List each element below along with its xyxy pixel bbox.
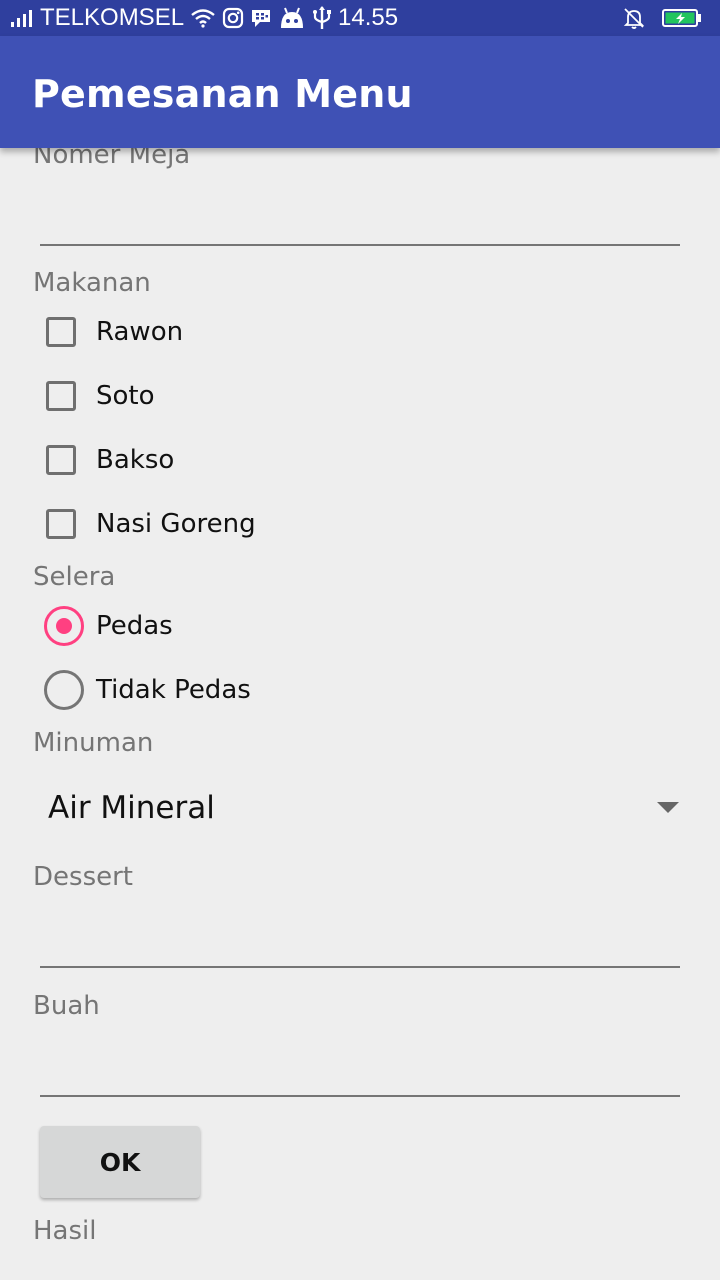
taste-option-pedas[interactable]: Pedas bbox=[44, 606, 173, 646]
instagram-icon bbox=[222, 7, 244, 29]
order-form[interactable]: Nomer Meja Makanan Rawon Soto Bakso Nasi… bbox=[0, 148, 720, 1280]
status-bar-left: TELKOMSEL 14.55 bbox=[10, 4, 399, 31]
status-bar-right bbox=[622, 5, 708, 31]
food-option-label: Rawon bbox=[96, 317, 184, 347]
food-option-bakso[interactable]: Bakso bbox=[44, 440, 174, 480]
food-option-nasi-goreng[interactable]: Nasi Goreng bbox=[44, 504, 256, 544]
taste-option-label: Pedas bbox=[96, 611, 173, 641]
result-label: Hasil bbox=[33, 1216, 97, 1246]
food-option-rawon[interactable]: Rawon bbox=[44, 312, 183, 352]
checkbox[interactable] bbox=[46, 317, 76, 347]
food-option-label: Bakso bbox=[96, 445, 175, 475]
dropdown-arrow-icon bbox=[657, 802, 679, 813]
radio-button-selected[interactable] bbox=[44, 606, 84, 646]
page-title: Pemesanan Menu bbox=[32, 72, 413, 116]
taste-option-tidak-pedas[interactable]: Tidak Pedas bbox=[44, 670, 251, 710]
drink-dropdown[interactable]: Air Mineral bbox=[40, 778, 685, 838]
table-number-label: Nomer Meja bbox=[33, 148, 191, 170]
dessert-underline bbox=[40, 966, 680, 968]
android-icon bbox=[278, 6, 306, 30]
food-option-label: Nasi Goreng bbox=[96, 509, 256, 539]
fruit-underline bbox=[40, 1095, 680, 1097]
status-bar: TELKOMSEL 14.55 bbox=[0, 0, 720, 36]
fruit-label: Buah bbox=[33, 991, 100, 1021]
taste-label: Selera bbox=[33, 562, 116, 592]
food-option-label: Soto bbox=[96, 381, 155, 411]
table-number-underline bbox=[40, 244, 680, 246]
app-bar: Pemesanan Menu bbox=[0, 36, 720, 148]
fruit-field[interactable] bbox=[40, 1038, 680, 1096]
ok-button[interactable]: OK bbox=[40, 1126, 200, 1198]
taste-option-label: Tidak Pedas bbox=[96, 675, 251, 705]
battery-icon bbox=[662, 8, 702, 28]
dessert-field[interactable] bbox=[40, 908, 680, 966]
checkbox[interactable] bbox=[46, 445, 76, 475]
radio-button[interactable] bbox=[44, 670, 84, 710]
wifi-icon bbox=[190, 8, 216, 28]
mute-icon bbox=[622, 6, 646, 30]
drink-selected-value: Air Mineral bbox=[48, 790, 215, 826]
clock: 14.55 bbox=[338, 4, 399, 31]
food-option-soto[interactable]: Soto bbox=[44, 376, 155, 416]
carrier-name: TELKOMSEL bbox=[40, 4, 185, 31]
checkbox[interactable] bbox=[46, 381, 76, 411]
checkbox[interactable] bbox=[46, 509, 76, 539]
usb-icon bbox=[312, 5, 332, 31]
food-label: Makanan bbox=[33, 268, 151, 298]
drink-label: Minuman bbox=[33, 728, 154, 758]
dessert-label: Dessert bbox=[33, 862, 133, 892]
bbm-icon bbox=[250, 7, 272, 29]
table-number-field[interactable] bbox=[40, 188, 680, 246]
radio-dot bbox=[56, 618, 72, 634]
signal-icon bbox=[10, 9, 34, 27]
